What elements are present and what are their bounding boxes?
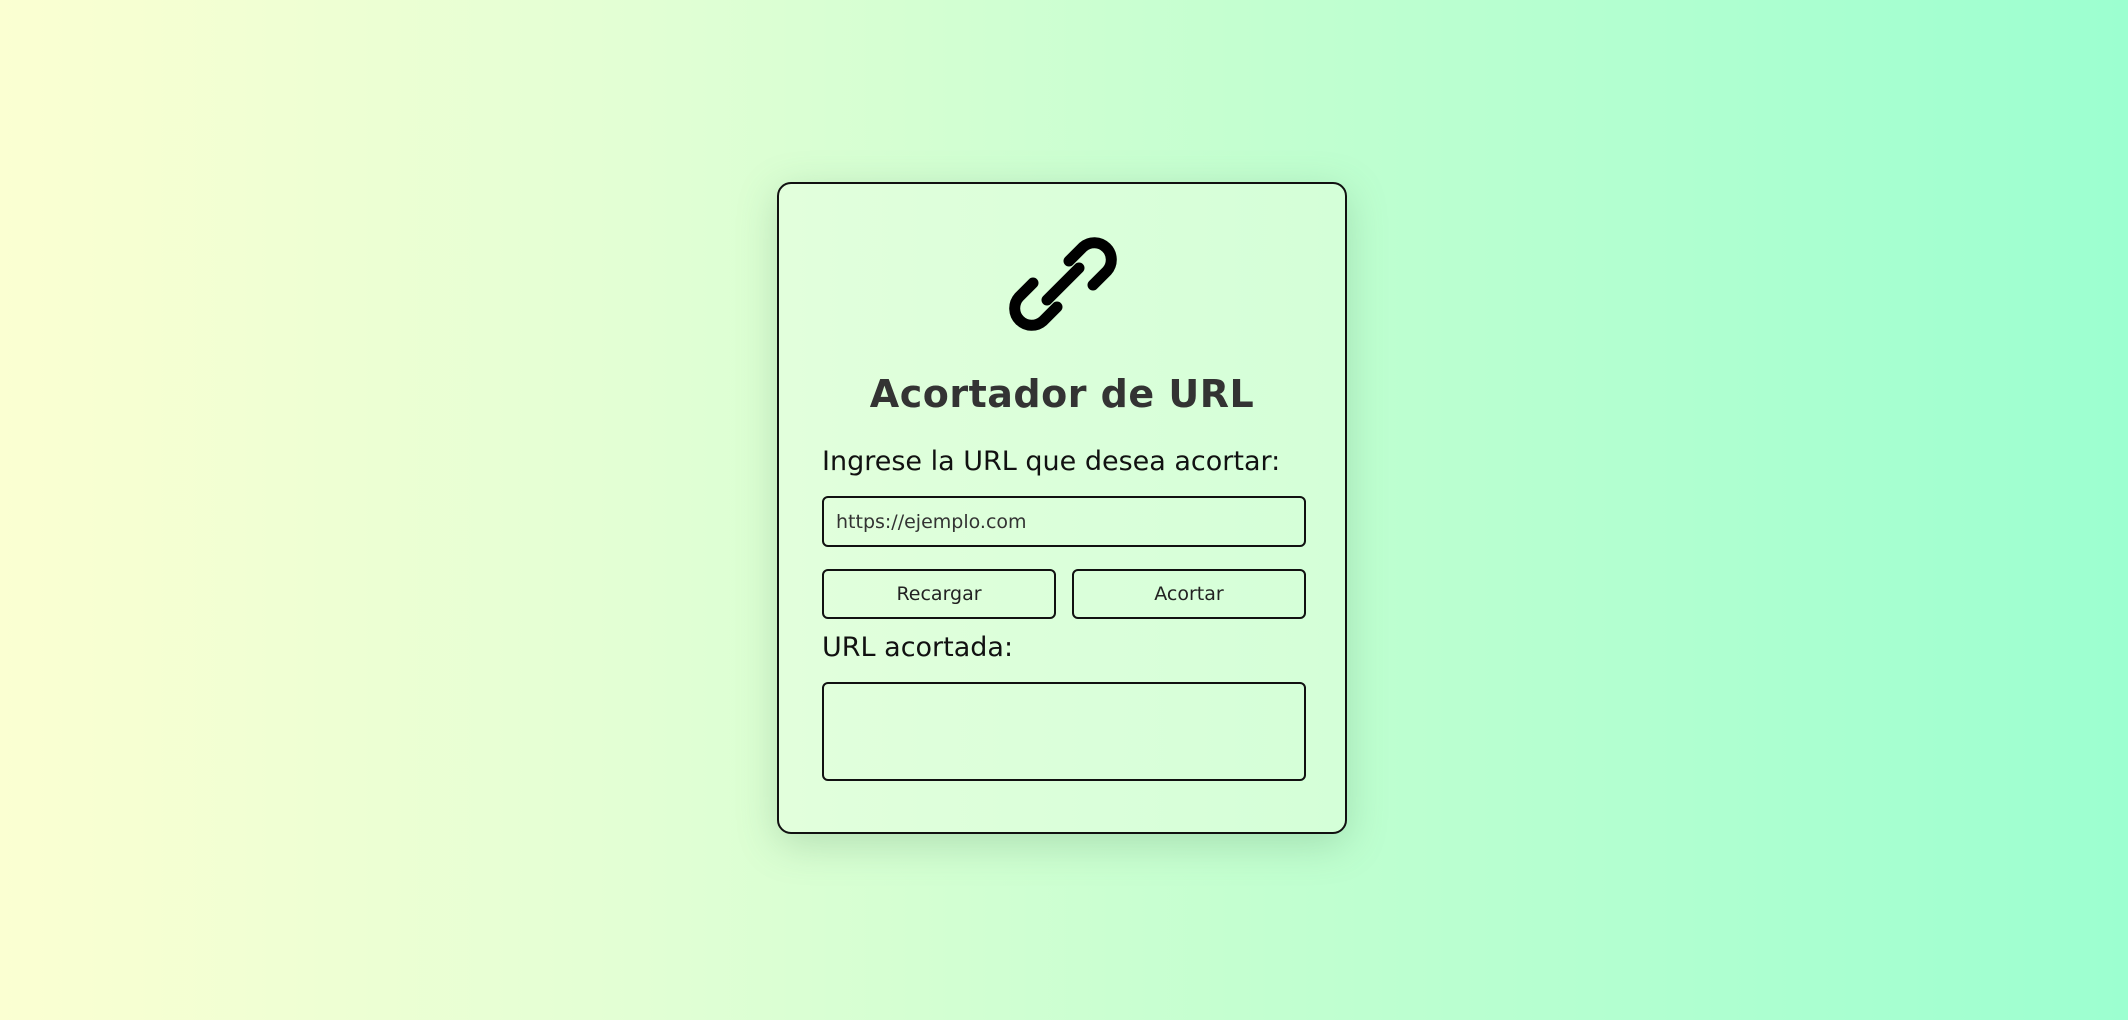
shorten-button[interactable]: Acortar xyxy=(1072,569,1306,619)
shortened-url-output[interactable] xyxy=(822,682,1306,781)
link-icon xyxy=(1005,226,1121,342)
url-input-label: Ingrese la URL que desea acortar: xyxy=(822,446,1281,477)
url-input[interactable] xyxy=(822,496,1306,547)
url-shortener-card: Acortador de URL Ingrese la URL que dese… xyxy=(777,182,1347,834)
shortened-url-label: URL acortada: xyxy=(822,632,1014,663)
page-title: Acortador de URL xyxy=(869,372,1255,416)
reload-button[interactable]: Recargar xyxy=(822,569,1056,619)
